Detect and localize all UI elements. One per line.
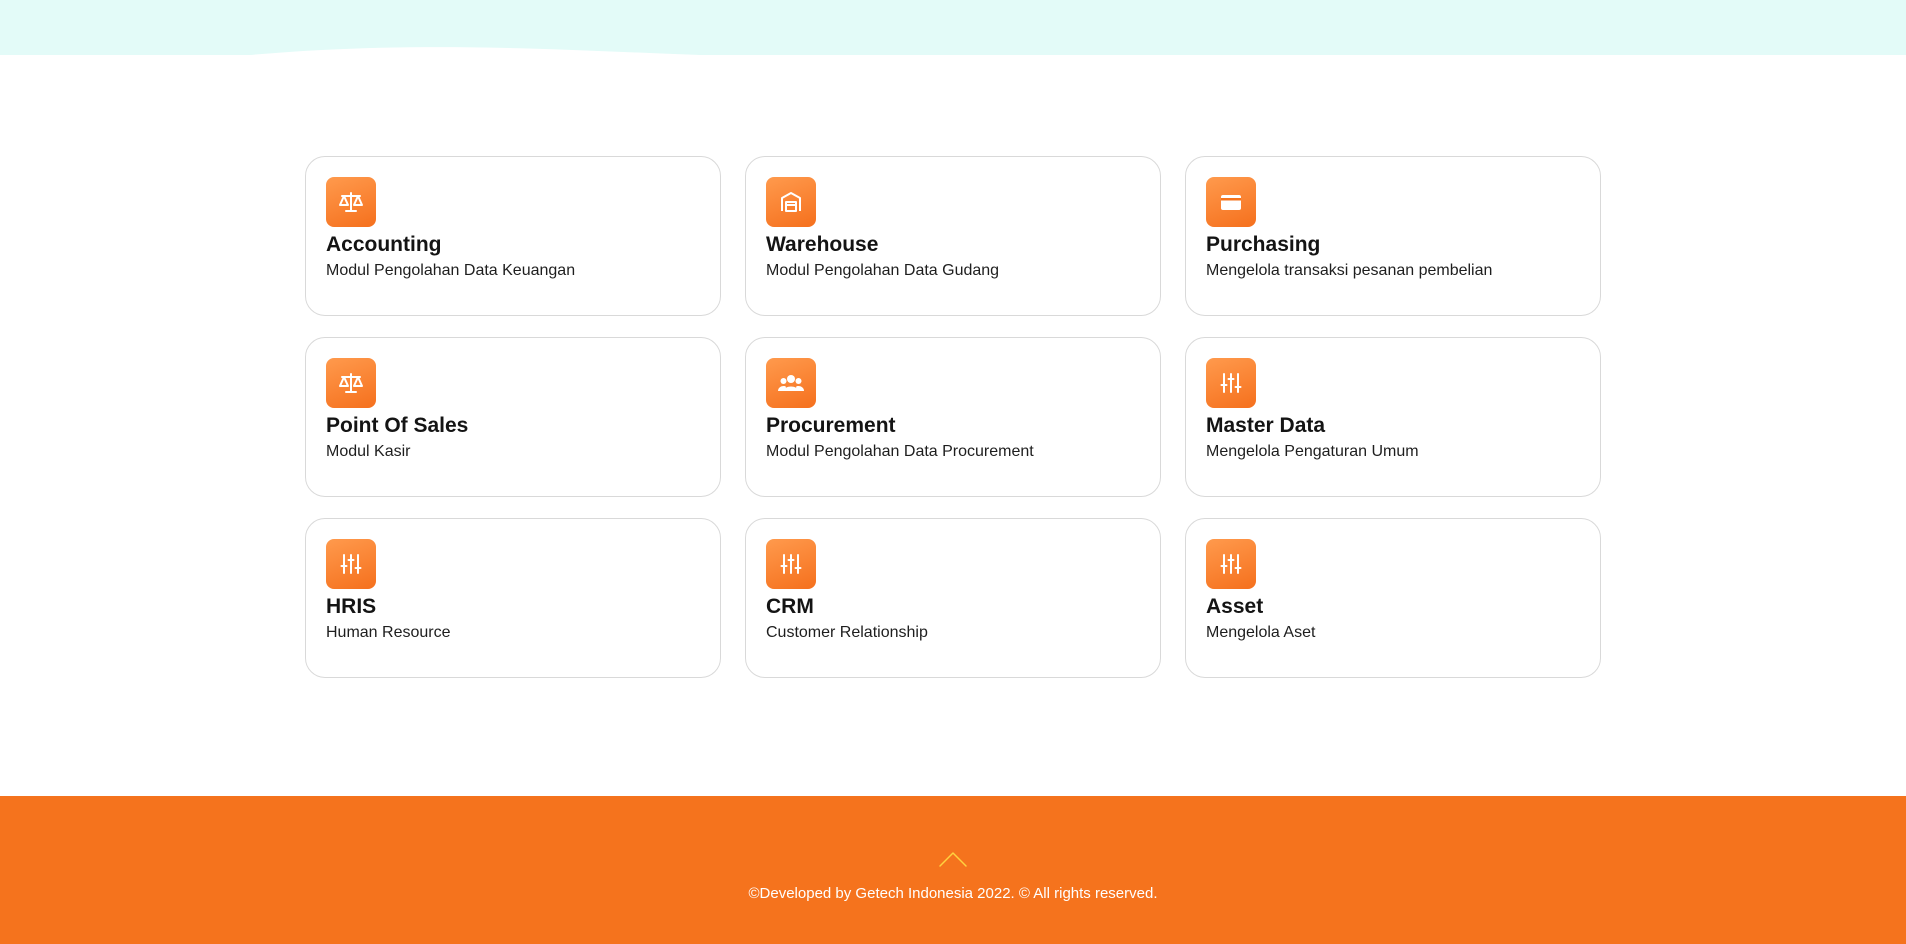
module-description: Modul Pengolahan Data Procurement [766, 443, 1034, 460]
module-title: Purchasing [1206, 233, 1321, 256]
sliders-icon [766, 539, 816, 589]
module-title: CRM [766, 595, 814, 618]
wallet-icon [1206, 177, 1256, 227]
module-title: Procurement [766, 414, 896, 437]
module-title: Warehouse [766, 233, 879, 256]
module-description: Modul Pengolahan Data Keuangan [326, 262, 576, 279]
module-title: Master Data [1206, 414, 1326, 437]
footer-copyright: ©Developed by Getech Indonesia 2022. © A… [748, 885, 1158, 902]
sliders-icon [1206, 539, 1256, 589]
sliders-icon [1206, 358, 1256, 408]
warehouse-icon [766, 177, 816, 227]
sliders-icon [326, 539, 376, 589]
page: Accounting Modul Pengolahan Data Keuanga… [0, 0, 1906, 944]
module-card-procurement[interactable]: Procurement Modul Pengolahan Data Procur… [745, 337, 1161, 497]
module-description: Mengelola Pengaturan Umum [1206, 443, 1419, 460]
module-title: Point Of Sales [326, 414, 469, 437]
users-icon [766, 358, 816, 408]
module-description: Human Resource [326, 624, 451, 641]
module-title: Accounting [326, 233, 442, 256]
top-wave-banner [0, 0, 1906, 60]
module-card-point-of-sales[interactable]: Point Of Sales Modul Kasir [305, 337, 721, 497]
module-card-purchasing[interactable]: Purchasing Mengelola transaksi pesanan p… [1185, 156, 1601, 316]
chevron-up-icon[interactable] [938, 850, 968, 868]
footer: ©Developed by Getech Indonesia 2022. © A… [0, 796, 1906, 944]
module-title: HRIS [326, 595, 377, 618]
module-description: Modul Kasir [326, 443, 411, 460]
module-card-master-data[interactable]: Master Data Mengelola Pengaturan Umum [1185, 337, 1601, 497]
scale-icon [326, 358, 376, 408]
module-card-asset[interactable]: Asset Mengelola Aset [1185, 518, 1601, 678]
module-description: Mengelola transaksi pesanan pembelian [1206, 262, 1493, 279]
module-description: Customer Relationship [766, 624, 928, 641]
module-card-accounting[interactable]: Accounting Modul Pengolahan Data Keuanga… [305, 156, 721, 316]
module-grid: Accounting Modul Pengolahan Data Keuanga… [305, 156, 1602, 678]
module-description: Modul Pengolahan Data Gudang [766, 262, 1000, 279]
module-card-warehouse[interactable]: Warehouse Modul Pengolahan Data Gudang [745, 156, 1161, 316]
module-card-crm[interactable]: CRM Customer Relationship [745, 518, 1161, 678]
module-card-hris[interactable]: HRIS Human Resource [305, 518, 721, 678]
module-description: Mengelola Aset [1206, 624, 1316, 641]
module-title: Asset [1206, 595, 1264, 618]
scale-icon [326, 177, 376, 227]
